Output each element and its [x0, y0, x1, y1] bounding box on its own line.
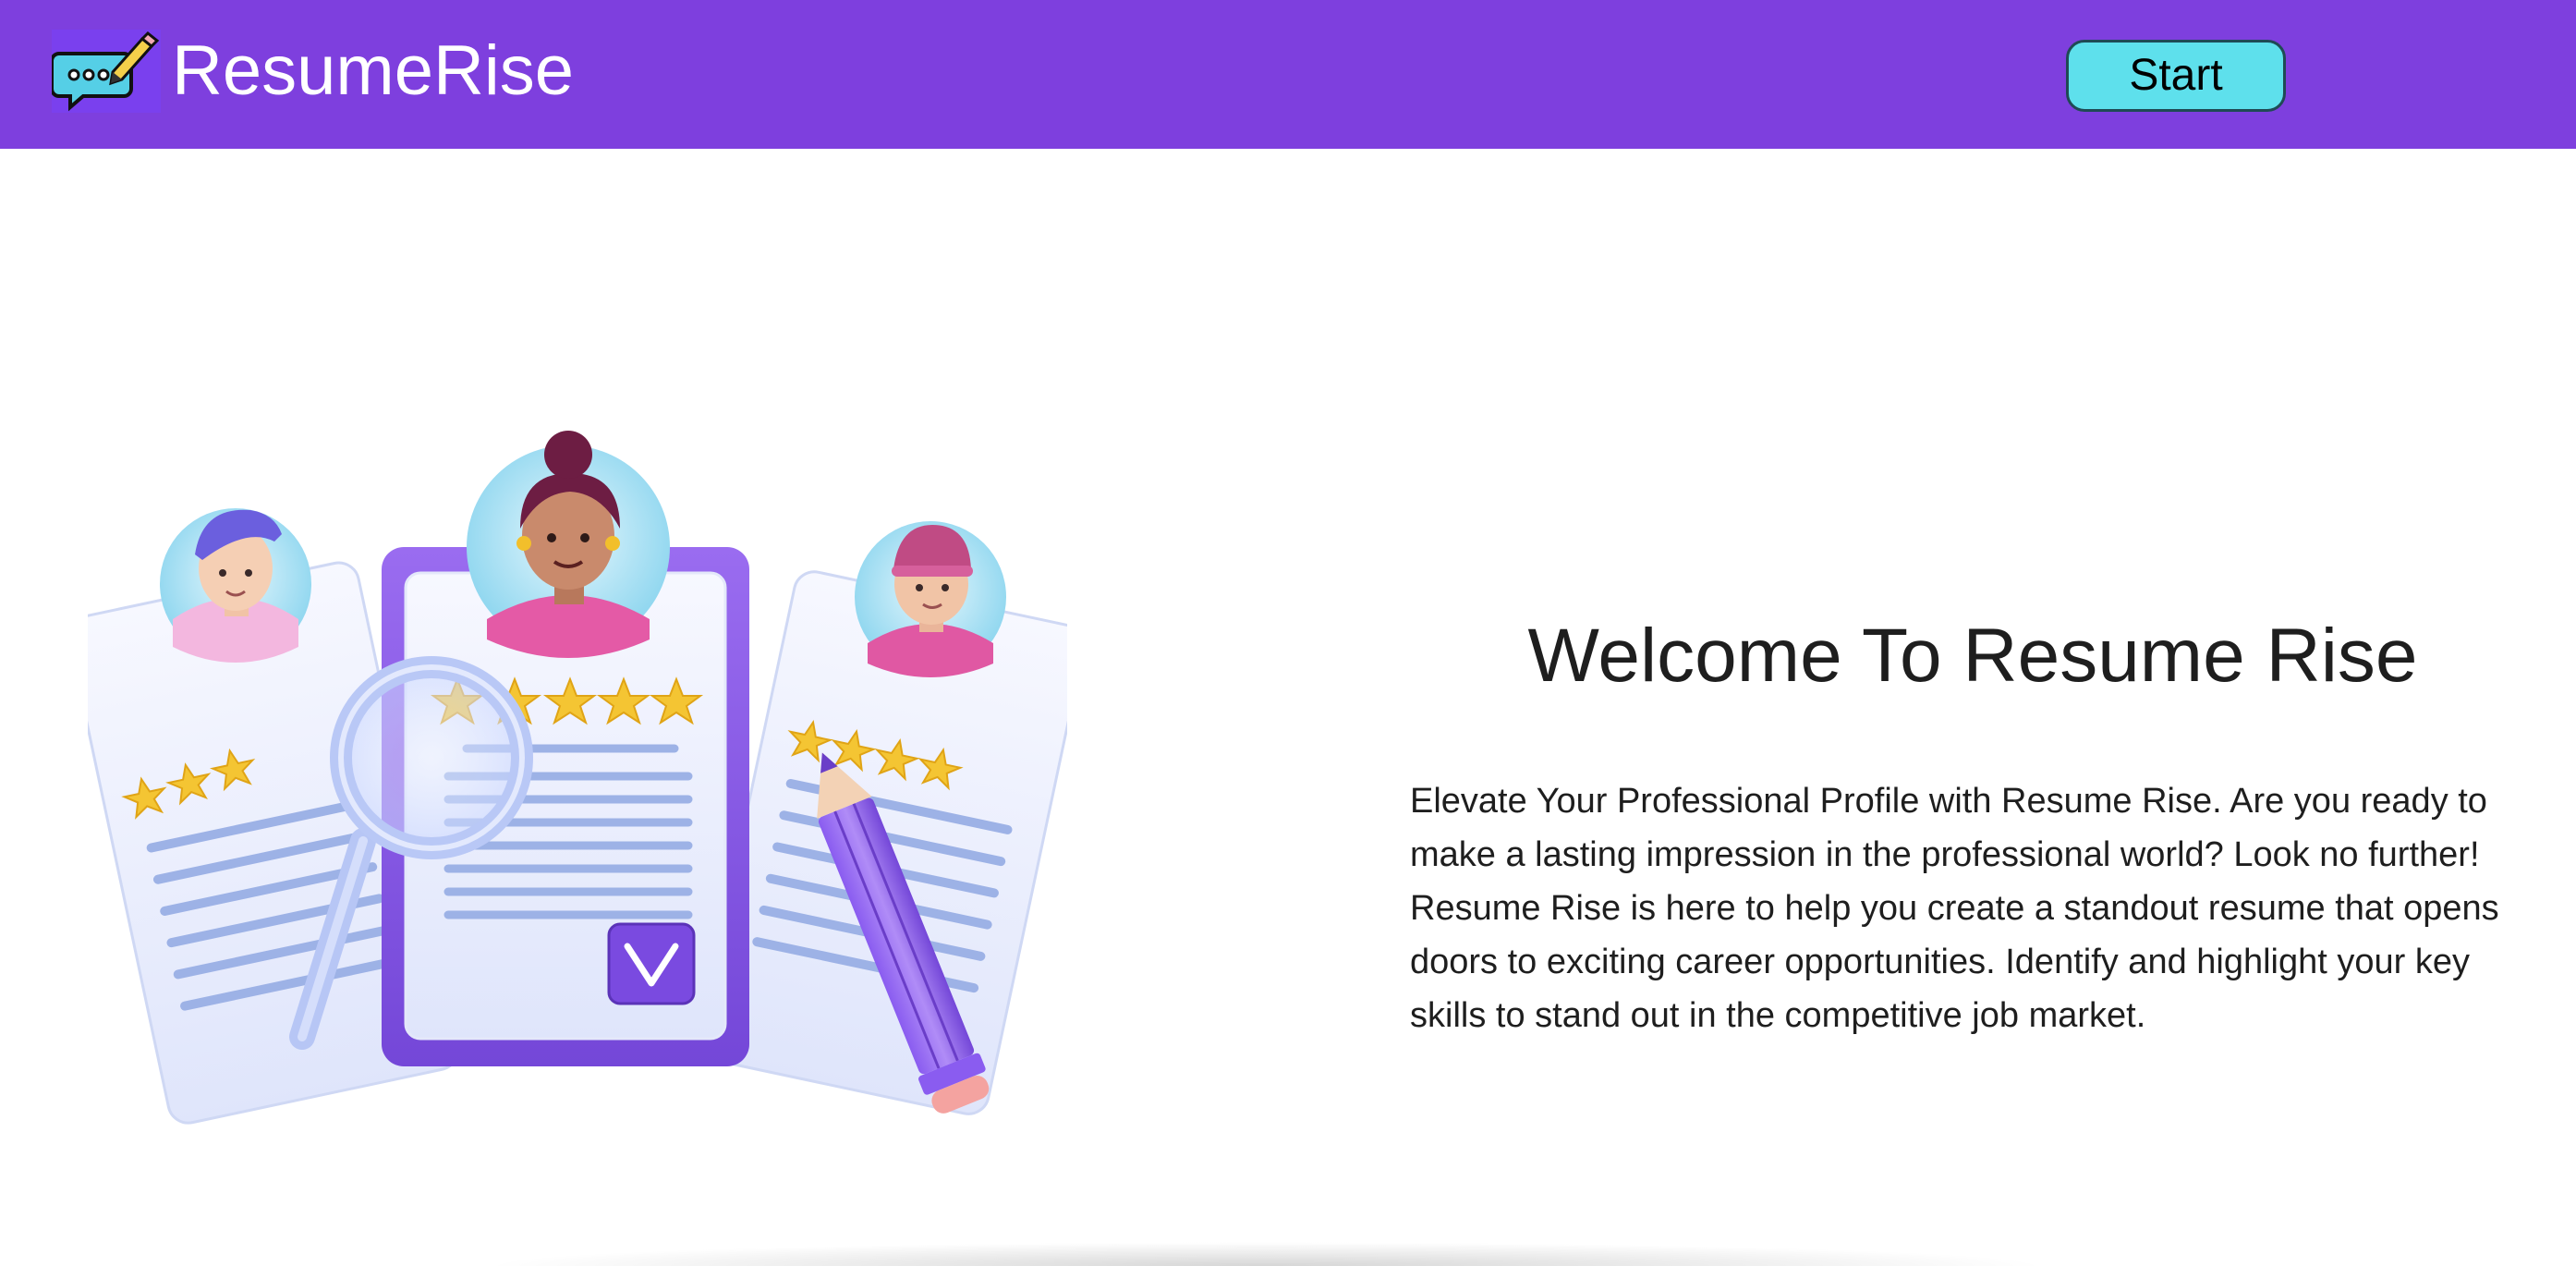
logo[interactable] [50, 30, 161, 113]
hero-title: Welcome To Resume Rise [1527, 614, 2418, 698]
chat-bubble-pencil-icon [50, 30, 160, 112]
start-button[interactable]: Start [2066, 40, 2286, 112]
navbar: ResumeRise Start [0, 0, 2576, 149]
brand-name[interactable]: ResumeRise [172, 30, 574, 113]
resume-review-illustration [88, 431, 1067, 1125]
section-divider-shadow [480, 1242, 2051, 1266]
hero-description: Elevate Your Professional Profile with R… [1410, 782, 2499, 1035]
